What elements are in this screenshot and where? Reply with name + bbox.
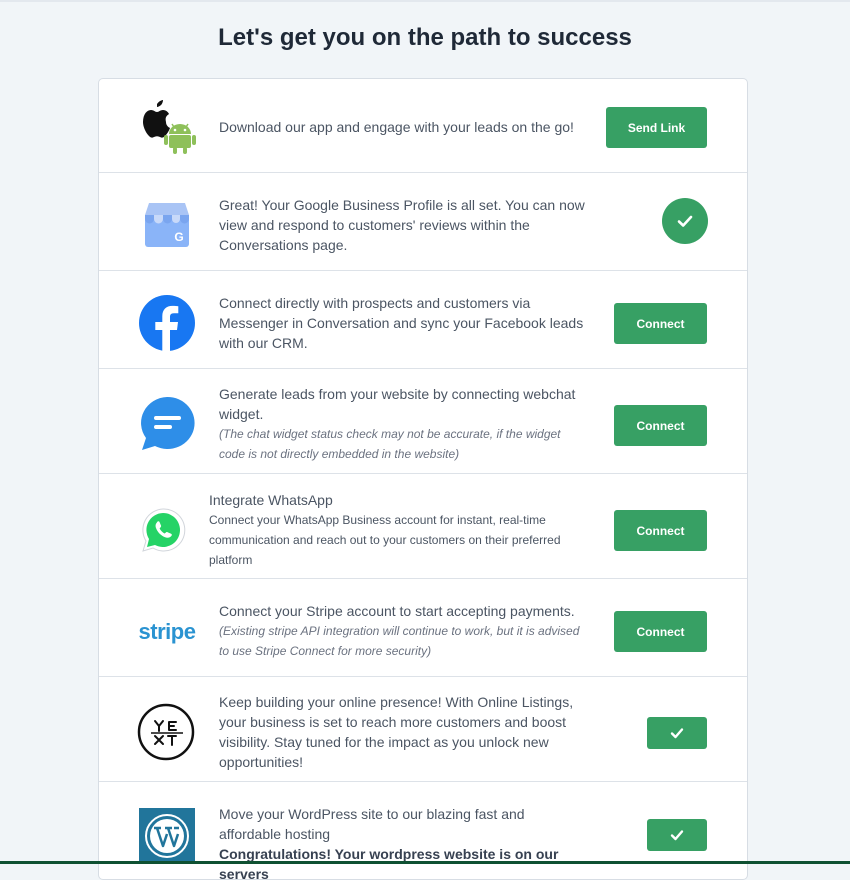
stripe-logo-text: stripe: [138, 619, 196, 644]
integration-row-facebook: Connect directly with prospects and cust…: [99, 271, 747, 369]
wordpress-description: Move your WordPress site to our blazing …: [219, 806, 525, 842]
page-title: Let's get you on the path to success: [218, 24, 632, 51]
integration-row-app: Download our app and engage with your le…: [99, 79, 747, 173]
app-logos: [137, 96, 197, 156]
integration-row-whatsapp: Integrate WhatsApp Connect your WhatsApp…: [99, 474, 747, 579]
whatsapp-icon: [135, 500, 191, 560]
facebook-connect-button[interactable]: Connect: [614, 303, 707, 344]
webchat-note: (The chat widget status check may not be…: [219, 427, 561, 461]
integration-row-stripe: stripe Connect your Stripe account to st…: [99, 579, 747, 677]
stripe-text-block: Connect your Stripe account to start acc…: [219, 601, 589, 661]
android-icon: [164, 123, 196, 154]
chat-bubble-icon: [137, 394, 197, 454]
webchat-description: Generate leads from your website by conn…: [219, 386, 576, 422]
integration-row-yext: Keep building your online presence! With…: [99, 677, 747, 782]
check-icon: [670, 830, 684, 841]
google-description: Great! Your Google Business Profile is a…: [219, 197, 585, 253]
svg-text:G: G: [174, 230, 183, 244]
facebook-description: Connect directly with prospects and cust…: [219, 295, 584, 351]
top-divider: [0, 0, 850, 2]
whatsapp-description: Connect your WhatsApp Business account f…: [209, 513, 561, 567]
check-icon: [677, 215, 693, 227]
stripe-connect-button[interactable]: Connect: [614, 611, 707, 652]
google-connected-status: [662, 198, 708, 244]
whatsapp-title: Integrate WhatsApp: [209, 492, 333, 508]
integration-row-wordpress: Move your WordPress site to our blazing …: [99, 782, 747, 879]
webchat-text-block: Generate leads from your website by conn…: [219, 384, 589, 464]
yext-description: Keep building your online presence! With…: [219, 694, 574, 770]
stripe-description: Connect your Stripe account to start acc…: [219, 603, 575, 619]
stripe-logo: stripe: [137, 602, 197, 662]
webchat-connect-button[interactable]: Connect: [614, 405, 707, 446]
whatsapp-connect-button[interactable]: Connect: [614, 510, 707, 551]
yext-connected-status: [647, 717, 707, 749]
app-description: Download our app and engage with your le…: [219, 119, 574, 135]
integration-row-google: G Great! Your Google Business Profile is…: [99, 173, 747, 271]
check-icon: [670, 728, 684, 739]
wordpress-text-block: Move your WordPress site to our blazing …: [219, 804, 589, 879]
wordpress-connected-status: [647, 819, 707, 851]
yext-logo: [137, 702, 197, 762]
integration-row-webchat: Generate leads from your website by conn…: [99, 369, 747, 474]
whatsapp-text-block: Integrate WhatsApp Connect your WhatsApp…: [209, 490, 589, 570]
send-link-button[interactable]: Send Link: [606, 107, 707, 148]
integrations-card: Download our app and engage with your le…: [98, 78, 748, 880]
facebook-icon: [137, 293, 197, 353]
google-business-icon: G: [137, 195, 197, 255]
wordpress-icon: [139, 808, 195, 864]
stripe-note: (Existing stripe API integration will co…: [219, 624, 580, 658]
